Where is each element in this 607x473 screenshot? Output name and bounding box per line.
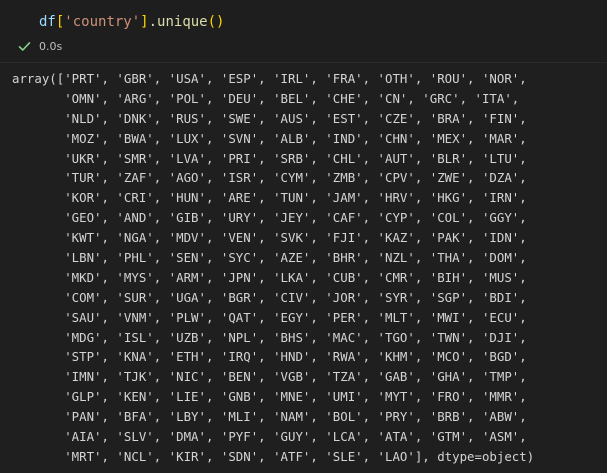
output-line: 'MRT', 'NCL', 'KIR', 'SDN', 'ATF', 'SLE'…: [12, 448, 535, 464]
code-line[interactable]: df['country'].unique(): [39, 13, 224, 31]
code-string: 'country': [64, 14, 141, 30]
output-line: 'UKR', 'SMR', 'LVA', 'PRI', 'SRB', 'CHL'…: [12, 150, 527, 166]
cell-output: array(['PRT', 'GBR', 'USA', 'ESP', 'IRL'…: [0, 63, 607, 473]
code-parens: (): [207, 14, 225, 30]
execution-status: 0.0s: [18, 38, 62, 54]
output-line: 'LBN', 'PHL', 'SEN', 'SYC', 'AZE', 'BHR'…: [12, 250, 527, 266]
check-icon: [18, 41, 31, 52]
output-line: 'MKD', 'MYS', 'ARM', 'JPN', 'LKA', 'CUB'…: [12, 269, 527, 285]
output-line: array(['PRT', 'GBR', 'USA', 'ESP', 'IRL'…: [12, 71, 527, 86]
output-line: 'MDG', 'ISL', 'UZB', 'NPL', 'BHS', 'MAC'…: [12, 329, 527, 345]
output-line: 'GLP', 'KEN', 'LIE', 'GNB', 'MNE', 'UMI'…: [12, 389, 527, 405]
output-line: 'KOR', 'CRI', 'HUN', 'ARE', 'TUN', 'JAM'…: [12, 190, 527, 206]
output-text: array(['PRT', 'GBR', 'USA', 'ESP', 'IRL'…: [12, 69, 534, 467]
code-dot: .: [148, 14, 158, 30]
output-line: 'MOZ', 'BWA', 'LUX', 'SVN', 'ALB', 'IND'…: [12, 130, 527, 146]
output-line: 'NLD', 'DNK', 'RUS', 'SWE', 'AUS', 'EST'…: [12, 110, 527, 126]
code-cell-input[interactable]: df['country'].unique() 0.0s: [0, 0, 607, 62]
output-line: 'TUR', 'ZAF', 'AGO', 'ISR', 'CYM', 'ZMB'…: [12, 170, 527, 186]
code-close-bracket: ]: [140, 14, 149, 30]
code-identifier: df: [39, 14, 56, 30]
output-line: 'OMN', 'ARG', 'POL', 'DEU', 'BEL', 'CHE'…: [12, 90, 520, 106]
output-line: 'STP', 'KNA', 'ETH', 'IRQ', 'HND', 'RWA'…: [12, 349, 527, 365]
output-line: 'IMN', 'TJK', 'NIC', 'BEN', 'VGB', 'TZA'…: [12, 369, 527, 385]
output-line: 'GEO', 'AND', 'GIB', 'URY', 'JEY', 'CAF'…: [12, 210, 527, 226]
output-line: 'PAN', 'BFA', 'LBY', 'MLI', 'NAM', 'BOL'…: [12, 409, 527, 425]
output-line: 'SAU', 'VNM', 'PLW', 'QAT', 'EGY', 'PER'…: [12, 309, 527, 325]
output-line: 'KWT', 'NGA', 'MDV', 'VEN', 'SVK', 'FJI'…: [12, 230, 527, 246]
output-line: 'COM', 'SUR', 'UGA', 'BGR', 'CIV', 'JOR'…: [12, 289, 527, 305]
code-method: unique: [157, 14, 208, 30]
execution-duration: 0.0s: [39, 39, 63, 53]
output-line: 'AIA', 'SLV', 'DMA', 'PYF', 'GUY', 'LCA'…: [12, 429, 527, 445]
